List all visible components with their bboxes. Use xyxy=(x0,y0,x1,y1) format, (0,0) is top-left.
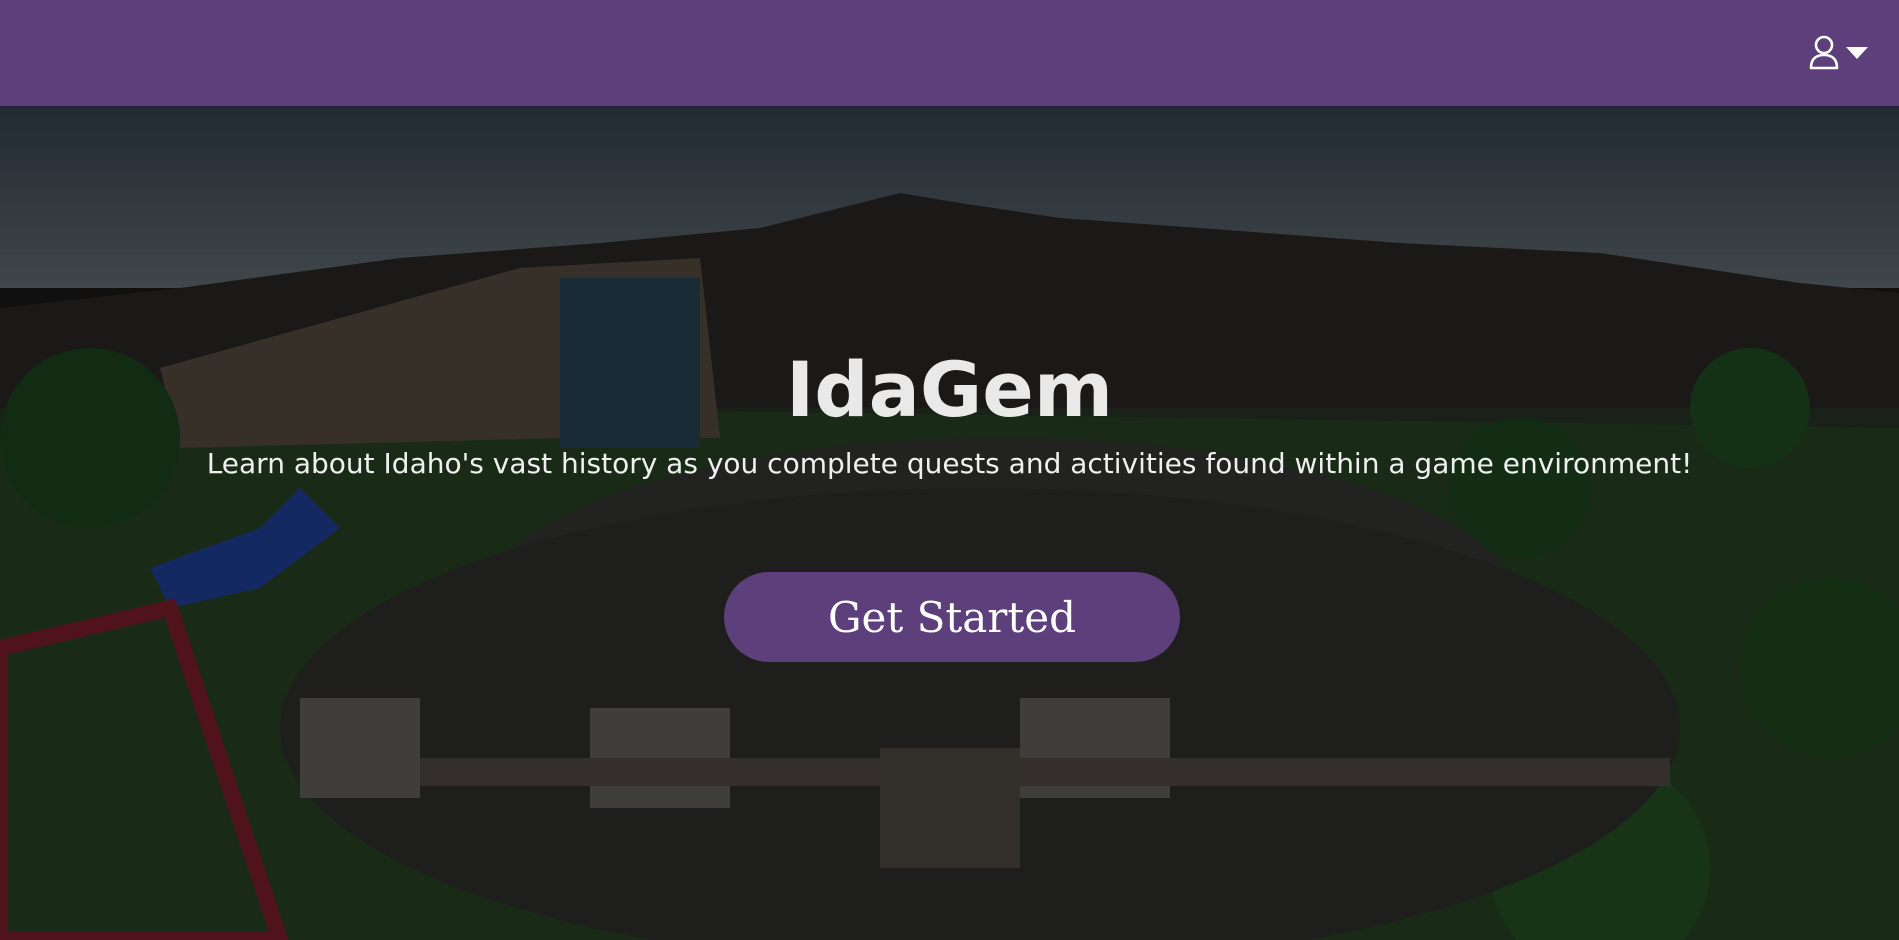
hero-dim-overlay xyxy=(0,108,1899,940)
user-icon xyxy=(1809,34,1839,74)
hero-title: IdaGem xyxy=(785,345,1114,434)
user-menu-toggle[interactable] xyxy=(1809,34,1869,74)
hero-section: IdaGem Learn about Idaho's vast history … xyxy=(0,108,1899,940)
get-started-button[interactable]: Get Started xyxy=(724,572,1180,662)
top-navbar xyxy=(0,0,1899,108)
hero-subtitle: Learn about Idaho's vast history as you … xyxy=(206,447,1693,480)
caret-down-icon xyxy=(1845,45,1869,64)
